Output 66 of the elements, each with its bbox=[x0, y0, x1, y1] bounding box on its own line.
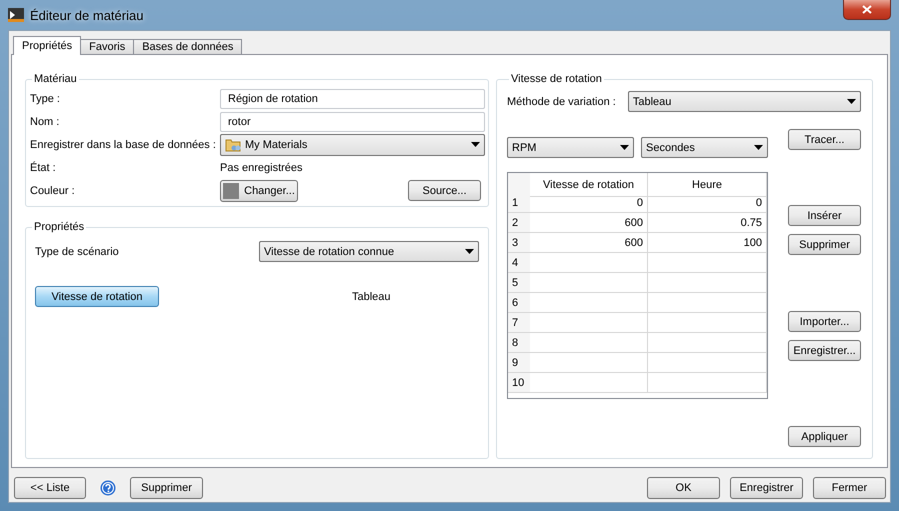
column-header: Heure bbox=[648, 173, 767, 197]
text-field[interactable]: Région de rotation bbox=[220, 88, 485, 108]
speed-button[interactable]: Vitesse de rotation bbox=[35, 286, 159, 307]
database-dropdown[interactable]: My Materials bbox=[220, 134, 485, 156]
footer-button[interactable]: Fermer bbox=[813, 477, 886, 499]
caret-icon bbox=[471, 142, 480, 147]
table-cell: 600 bbox=[530, 213, 648, 233]
row-number: 8 bbox=[508, 333, 530, 353]
text-field[interactable]: rotor bbox=[220, 112, 485, 132]
unit-dropdown[interactable]: RPM bbox=[507, 137, 634, 158]
group-title: Vitesse de rotation bbox=[510, 73, 603, 85]
speed-value: Tableau bbox=[352, 290, 391, 302]
row-number: 2 bbox=[508, 213, 530, 233]
field-label: Méthode de variation : bbox=[507, 96, 616, 108]
table-cell: 0.75 bbox=[648, 213, 767, 233]
scenario-dropdown[interactable]: Vitesse de rotation connue bbox=[259, 241, 479, 262]
row-number: 7 bbox=[508, 313, 530, 333]
row-number: 3 bbox=[508, 233, 530, 253]
table-cell: 600 bbox=[530, 233, 648, 253]
folder-icon bbox=[225, 137, 241, 152]
action-button[interactable]: Tracer... bbox=[788, 129, 861, 150]
unit-dropdown[interactable]: Secondes bbox=[641, 137, 768, 158]
action-button[interactable]: Appliquer bbox=[788, 426, 861, 447]
group-title: Matériau bbox=[33, 73, 78, 85]
status-text: Pas enregistrées bbox=[220, 162, 304, 174]
action-button[interactable]: Supprimer bbox=[788, 234, 861, 255]
close-button[interactable] bbox=[843, 0, 891, 20]
field-label: Enregistrer dans la base de données : bbox=[30, 138, 217, 150]
tab[interactable]: Favoris bbox=[80, 39, 134, 55]
table-cell: 0 bbox=[648, 193, 767, 213]
row-number: 5 bbox=[508, 273, 530, 293]
row-number: 6 bbox=[508, 293, 530, 313]
close-icon bbox=[862, 5, 872, 14]
change-color-button[interactable]: Changer... bbox=[220, 180, 298, 202]
table-cell: 100 bbox=[648, 233, 767, 253]
action-button[interactable]: Enregistrer... bbox=[788, 340, 861, 361]
caret-icon bbox=[465, 249, 474, 254]
method-dropdown[interactable]: Tableau bbox=[628, 91, 861, 112]
table-cell: 0 bbox=[530, 193, 648, 213]
field-label: Type : bbox=[30, 92, 61, 104]
tab[interactable]: Propriétés bbox=[13, 36, 82, 55]
list-button[interactable]: << Liste bbox=[14, 477, 86, 499]
action-button[interactable]: Insérer bbox=[788, 205, 861, 226]
column-header: Vitesse de rotation bbox=[530, 173, 648, 197]
source-button[interactable]: Source... bbox=[408, 180, 481, 201]
delete-button[interactable]: Supprimer bbox=[130, 477, 203, 499]
row-number: 10 bbox=[508, 373, 530, 393]
field-label: Couleur : bbox=[30, 184, 76, 196]
tab[interactable]: Bases de données bbox=[133, 39, 242, 55]
window-title: Éditeur de matériau bbox=[30, 8, 144, 22]
app-logo-icon bbox=[8, 8, 24, 22]
row-number: 1 bbox=[508, 193, 530, 213]
field-label: État : bbox=[30, 162, 57, 174]
row-number: 4 bbox=[508, 253, 530, 273]
caret-icon bbox=[620, 145, 629, 150]
action-button[interactable]: Importer... bbox=[788, 311, 861, 332]
field-label: Nom : bbox=[30, 116, 60, 128]
caret-icon bbox=[754, 145, 763, 150]
footer-button[interactable]: OK bbox=[647, 477, 720, 499]
footer-button[interactable]: Enregistrer bbox=[730, 477, 803, 499]
group-title: Propriétés bbox=[33, 221, 86, 233]
field-label: Type de scénario bbox=[35, 246, 119, 258]
caret-icon bbox=[847, 99, 856, 104]
row-number: 9 bbox=[508, 353, 530, 373]
color-swatch bbox=[223, 182, 240, 198]
help-icon[interactable] bbox=[100, 480, 116, 496]
